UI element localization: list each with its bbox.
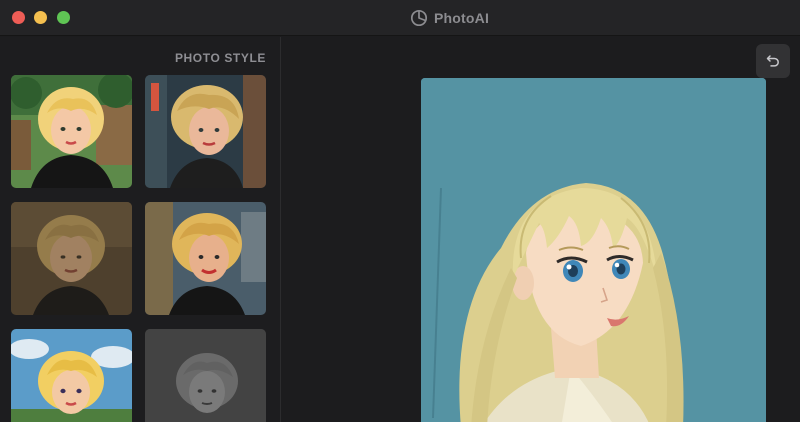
- photoai-logo-icon: [410, 9, 428, 27]
- style-thumbnail-cartoon[interactable]: [11, 75, 132, 188]
- cartoon-portrait-garden-thumbnail-icon: [11, 75, 132, 188]
- style-thumbnail-grayscale[interactable]: [145, 329, 266, 422]
- window-minimize-button[interactable]: [34, 11, 47, 24]
- style-sidebar: PHOTO STYLE: [0, 37, 281, 422]
- undo-button[interactable]: [756, 44, 790, 78]
- style-thumbnail-sepia[interactable]: [11, 202, 132, 315]
- sidebar-heading: PHOTO STYLE: [174, 51, 266, 65]
- sepia-soft-painting-thumbnail-icon: [11, 202, 132, 315]
- window-title: PhotoAI: [410, 8, 489, 28]
- app-name: PhotoAI: [434, 10, 490, 26]
- main-canvas-area: [282, 37, 800, 422]
- style-thumbnail-bright-cartoon[interactable]: [11, 329, 132, 422]
- window-maximize-button[interactable]: [57, 11, 70, 24]
- style-thumbnail-comic[interactable]: [145, 75, 266, 188]
- style-thumbnail-pop-art[interactable]: [145, 202, 266, 315]
- comic-portrait-night-street-thumbnail-icon: [145, 75, 266, 188]
- window-close-button[interactable]: [12, 11, 25, 24]
- grayscale-photo-thumbnail-icon: [145, 329, 266, 422]
- pop-art-portrait-thumbnail-icon: [145, 202, 266, 315]
- anime-portrait-blonde-girl-icon: [421, 78, 766, 422]
- title-bar: PhotoAI: [0, 0, 800, 36]
- undo-icon: [766, 55, 779, 67]
- preview-image: [421, 78, 766, 422]
- bright-cartoon-sky-thumbnail-icon: [11, 329, 132, 422]
